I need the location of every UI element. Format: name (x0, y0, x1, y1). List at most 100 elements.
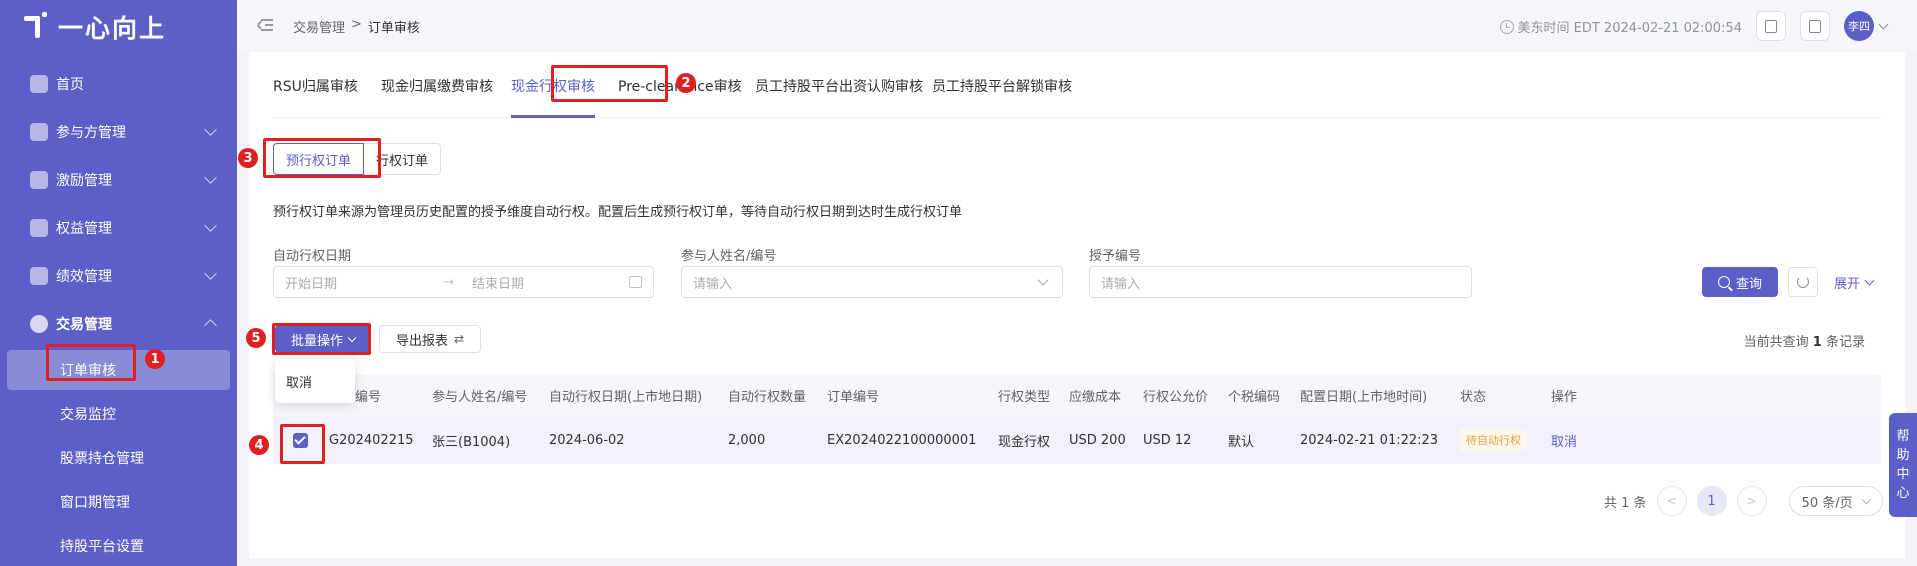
tab-platform-unlock[interactable]: 员工持股平台解锁审核 (932, 76, 1072, 96)
home-icon (30, 75, 48, 93)
sidebar-item-participants[interactable]: 参与方管理 (0, 108, 237, 156)
sidebar-subitem-label: 持股平台设置 (60, 539, 144, 555)
chevron-down-icon (204, 123, 217, 136)
export-report-button[interactable]: 导出报表 ⇄ (379, 325, 481, 353)
column-header: 状态 (1460, 389, 1487, 405)
menu-fold-icon[interactable] (257, 18, 273, 32)
sidebar-subitem-label: 股票持仓管理 (60, 451, 144, 467)
equity-icon (30, 219, 48, 237)
participant-select[interactable]: 请输入 (681, 266, 1063, 298)
sidebar-item-label: 首页 (56, 77, 84, 93)
task-button[interactable] (1756, 11, 1786, 41)
date-range-picker[interactable]: 开始日期 → 结束日期 (273, 266, 654, 298)
breadcrumb-parent[interactable]: 交易管理 (293, 17, 345, 36)
sidebar-menu: 首页 参与方管理 激励管理 权益管理 绩效管理 交易管理 订单审核 交易监控 股… (0, 60, 237, 566)
column-header: 行权公允价 (1143, 389, 1209, 405)
page-size-value: 50 条/页 (1801, 495, 1853, 511)
chevron-down-icon (1864, 275, 1875, 286)
query-button-label: 查询 (1735, 276, 1762, 292)
checkbox-checked-icon (293, 432, 308, 448)
cell-grant-number: G202402215 (329, 432, 414, 448)
sidebar-subitem-platform-settings[interactable]: 持股平台设置 (0, 524, 237, 566)
cell-exercise-date: 2024-06-02 (549, 432, 625, 448)
page-description: 预行权订单来源为管理员历史配置的授予维度自动行权。配置后生成预行权订单，等待自动… (273, 205, 963, 220)
logo-mark-icon (22, 12, 52, 42)
reset-button[interactable] (1788, 267, 1818, 297)
grant-placeholder: 请输入 (1101, 276, 1141, 292)
sidebar-item-label: 绩效管理 (56, 269, 112, 285)
sidebar-item-equity[interactable]: 权益管理 (0, 204, 237, 252)
status-badge: 待自动行权 (1460, 429, 1527, 451)
annotation-badge-4: 4 (249, 435, 269, 455)
chevron-down-icon (204, 171, 217, 184)
review-tabs: RSU归属审核 现金归属缴费审核 现金行权审核 Pre-clearance审核 … (273, 52, 1881, 118)
column-header: 订单编号 (827, 389, 880, 405)
participants-icon (30, 123, 48, 141)
annotation-badge-2: 2 (676, 73, 696, 93)
sidebar-item-trading[interactable]: 交易管理 (0, 300, 237, 348)
avatar[interactable]: 李四 (1844, 11, 1874, 41)
subtab-exercise-orders[interactable]: 行权订单 (364, 143, 442, 175)
tab-cash-vesting-payment[interactable]: 现金归属缴费审核 (381, 76, 493, 96)
header-right: 美东时间 EDT 2024-02-21 02:00:54 李四 (1499, 11, 1889, 41)
tab-cash-exercise[interactable]: 现金行权审核 (511, 76, 595, 96)
column-header: 自动行权数量 (728, 389, 807, 405)
page-number-current[interactable]: 1 (1696, 486, 1727, 516)
page-size-select[interactable]: 50 条/页 (1788, 486, 1883, 516)
participant-filter-label: 参与人姓名/编号 (681, 249, 777, 264)
sidebar-subitem-window-period[interactable]: 窗口期管理 (0, 480, 237, 524)
chevron-down-icon[interactable] (1878, 19, 1889, 29)
annotation-badge-5: 5 (246, 328, 266, 348)
breadcrumb: 交易管理 > 订单审核 (293, 17, 420, 36)
range-separator: → (443, 274, 454, 290)
cell-participant: 张三(B1004) (432, 434, 511, 450)
help-center-button[interactable]: 帮 助 中 心 (1889, 413, 1917, 517)
subtab-pre-exercise-orders[interactable]: 预行权订单 (273, 143, 365, 175)
performance-icon (30, 267, 48, 285)
help-char: 助 (1896, 448, 1910, 463)
row-checkbox[interactable] (293, 416, 308, 464)
help-char: 帮 (1896, 429, 1910, 444)
grant-number-input[interactable]: 请输入 (1089, 266, 1472, 298)
trading-icon (30, 315, 48, 333)
cell-tax-code: 默认 (1228, 434, 1255, 450)
query-button[interactable]: 查询 (1702, 267, 1778, 297)
sidebar-item-performance[interactable]: 绩效管理 (0, 252, 237, 300)
sidebar: 一心向上 首页 参与方管理 激励管理 权益管理 绩效管理 交易管理 订单审核 交… (0, 0, 237, 566)
sidebar-item-label: 参与方管理 (56, 125, 126, 141)
grant-filter-label: 授予编号 (1089, 249, 1142, 264)
chevron-down-icon (204, 267, 217, 280)
column-header: 行权类型 (998, 389, 1051, 405)
dropdown-item-cancel[interactable]: 取消 (286, 372, 312, 391)
sidebar-item-incentive[interactable]: 激励管理 (0, 156, 237, 204)
cell-order-number: EX2024022100000001 (827, 432, 977, 448)
download-button[interactable] (1800, 11, 1830, 41)
app-logo[interactable]: 一心向上 (22, 10, 166, 44)
table-header: 授予编号 参与人姓名/编号 自动行权日期(上市地日期) 自动行权数量 订单编号 … (273, 374, 1881, 416)
chevron-up-icon (204, 319, 217, 332)
tab-rsu-vesting[interactable]: RSU归属审核 (273, 76, 358, 96)
tab-platform-subscription[interactable]: 员工持股平台出资认购审核 (755, 76, 923, 96)
help-char: 中 (1896, 467, 1910, 482)
sidebar-subitem-trade-monitor[interactable]: 交易监控 (0, 392, 237, 436)
download-icon (1809, 19, 1821, 33)
clock-icon (1499, 19, 1514, 34)
batch-operation-button[interactable]: 批量操作 (275, 325, 371, 353)
sidebar-item-home[interactable]: 首页 (0, 60, 237, 108)
next-page-button[interactable]: > (1736, 486, 1767, 516)
sidebar-subitem-order-review[interactable]: 订单审核 (7, 350, 230, 390)
pagination-total: 共 1 条 (1604, 495, 1647, 511)
annotation-badge-3: 3 (238, 148, 258, 168)
start-date-input[interactable]: 开始日期 (285, 273, 337, 292)
expand-filters-button[interactable]: 展开 (1834, 273, 1875, 292)
tab-active-indicator (511, 115, 595, 118)
date-filter-label: 自动行权日期 (273, 249, 352, 264)
row-cancel-link[interactable]: 取消 (1551, 416, 1577, 464)
sidebar-subitem-holdings[interactable]: 股票持仓管理 (0, 436, 237, 480)
chevron-down-icon (347, 333, 357, 342)
breadcrumb-separator: > (351, 17, 362, 32)
expand-label: 展开 (1834, 277, 1861, 292)
table-row[interactable]: G202402215 张三(B1004) 2024-06-02 2,000 EX… (273, 416, 1881, 464)
end-date-input[interactable]: 结束日期 (472, 273, 524, 292)
prev-page-button[interactable]: < (1656, 486, 1687, 516)
